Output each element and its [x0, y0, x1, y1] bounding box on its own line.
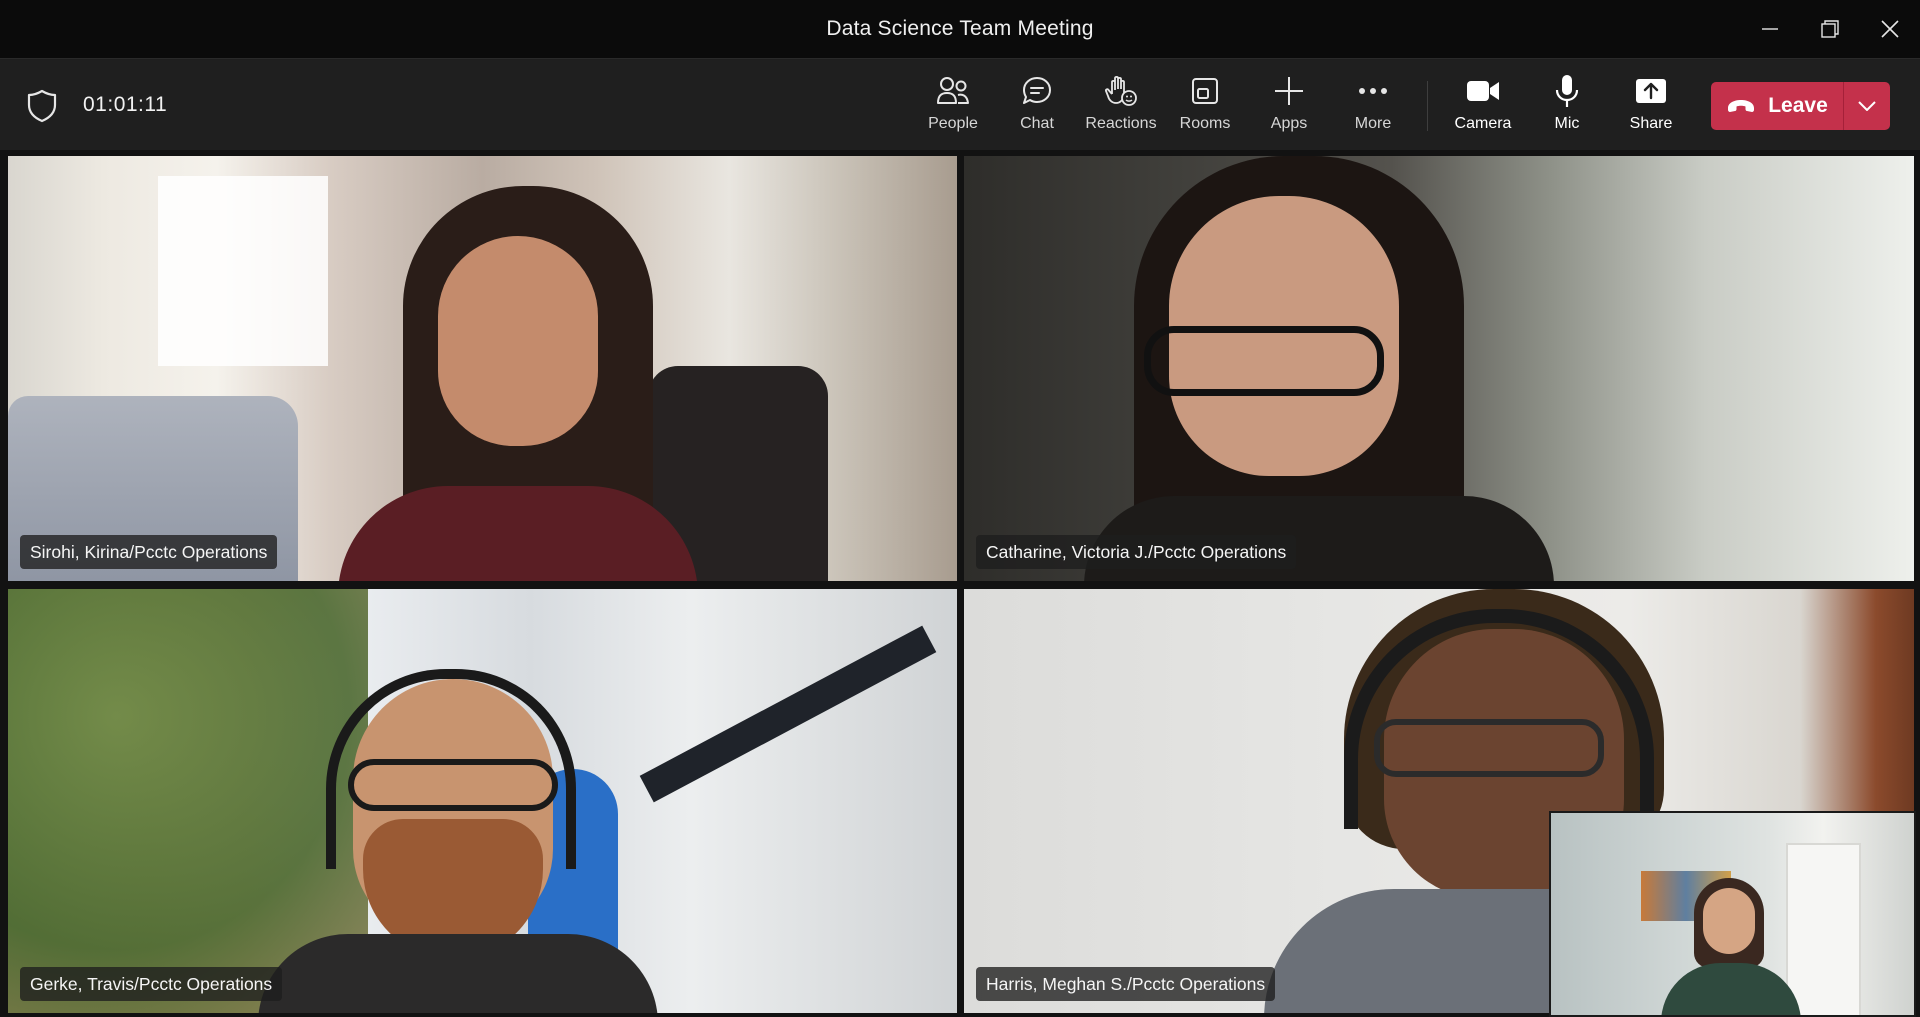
apps-label: Apps — [1270, 115, 1308, 132]
chevron-down-icon — [1858, 101, 1876, 111]
leave-button[interactable]: Leave — [1711, 82, 1843, 130]
person-shirt — [258, 934, 658, 1013]
close-icon — [1881, 20, 1899, 38]
camera-button[interactable]: Camera — [1441, 73, 1525, 139]
people-icon — [935, 73, 971, 109]
people-button[interactable]: People — [911, 73, 995, 139]
camera-icon — [1465, 73, 1501, 109]
participant-tile-1[interactable]: Sirohi, Kirina/Pcctc Operations — [8, 156, 957, 581]
participant-name-tag: Catharine, Victoria J./Pcctc Operations — [976, 535, 1297, 569]
more-label: More — [1354, 115, 1392, 132]
participant-name-tag: Harris, Meghan S./Pcctc Operations — [976, 967, 1276, 1001]
participant-tile-2[interactable]: Catharine, Victoria J./Pcctc Operations — [964, 156, 1914, 581]
leave-label: Leave — [1768, 94, 1828, 117]
glasses — [1144, 326, 1384, 396]
mic-label: Mic — [1554, 115, 1580, 132]
participant-tile-3[interactable]: Gerke, Travis/Pcctc Operations — [8, 589, 957, 1013]
window-title: Data Science Team Meeting — [826, 17, 1094, 40]
restore-button[interactable] — [1800, 0, 1860, 58]
more-icon — [1355, 73, 1391, 109]
chat-button[interactable]: Chat — [995, 73, 1079, 139]
share-button[interactable]: Share — [1609, 73, 1693, 139]
participant-name-tag: Sirohi, Kirina/Pcctc Operations — [20, 535, 278, 569]
leave-options-dropdown[interactable] — [1844, 82, 1890, 130]
minimize-button[interactable] — [1740, 0, 1800, 58]
chat-label: Chat — [1020, 115, 1054, 132]
meeting-toolbar: 01:01:11 People Chat Reactions Rooms App… — [0, 58, 1920, 150]
title-bar: Data Science Team Meeting — [0, 0, 1920, 58]
close-button[interactable] — [1860, 0, 1920, 58]
raised-hand-icon — [1103, 73, 1139, 109]
rooms-icon — [1187, 73, 1223, 109]
meeting-timer: 01:01:11 — [83, 93, 168, 116]
rooms-button[interactable]: Rooms — [1163, 73, 1247, 139]
window-controls — [1740, 0, 1920, 58]
self-view-video[interactable] — [1549, 811, 1916, 1017]
toolbar-divider — [1427, 81, 1428, 131]
reactions-button[interactable]: Reactions — [1079, 73, 1163, 139]
reactions-label: Reactions — [1085, 115, 1157, 132]
plus-icon — [1271, 73, 1307, 109]
participant-name-tag: Gerke, Travis/Pcctc Operations — [20, 967, 283, 1001]
phone-hangup-icon — [1728, 100, 1755, 112]
chat-icon — [1019, 73, 1055, 109]
camera-label: Camera — [1454, 115, 1512, 132]
person-face — [1703, 888, 1755, 954]
restore-icon — [1821, 20, 1839, 38]
shield-icon[interactable] — [26, 89, 58, 123]
door — [1786, 843, 1861, 1015]
mic-button[interactable]: Mic — [1525, 73, 1609, 139]
window — [158, 176, 328, 366]
apps-button[interactable]: Apps — [1247, 73, 1331, 139]
people-label: People — [928, 115, 978, 132]
more-button[interactable]: More — [1331, 73, 1415, 139]
share-icon — [1633, 73, 1669, 109]
microphone-icon — [1549, 73, 1585, 109]
leave-button-group: Leave — [1711, 82, 1890, 130]
minimize-icon — [1762, 28, 1778, 30]
person-face — [438, 236, 598, 446]
rooms-label: Rooms — [1179, 115, 1231, 132]
share-label: Share — [1629, 115, 1673, 132]
